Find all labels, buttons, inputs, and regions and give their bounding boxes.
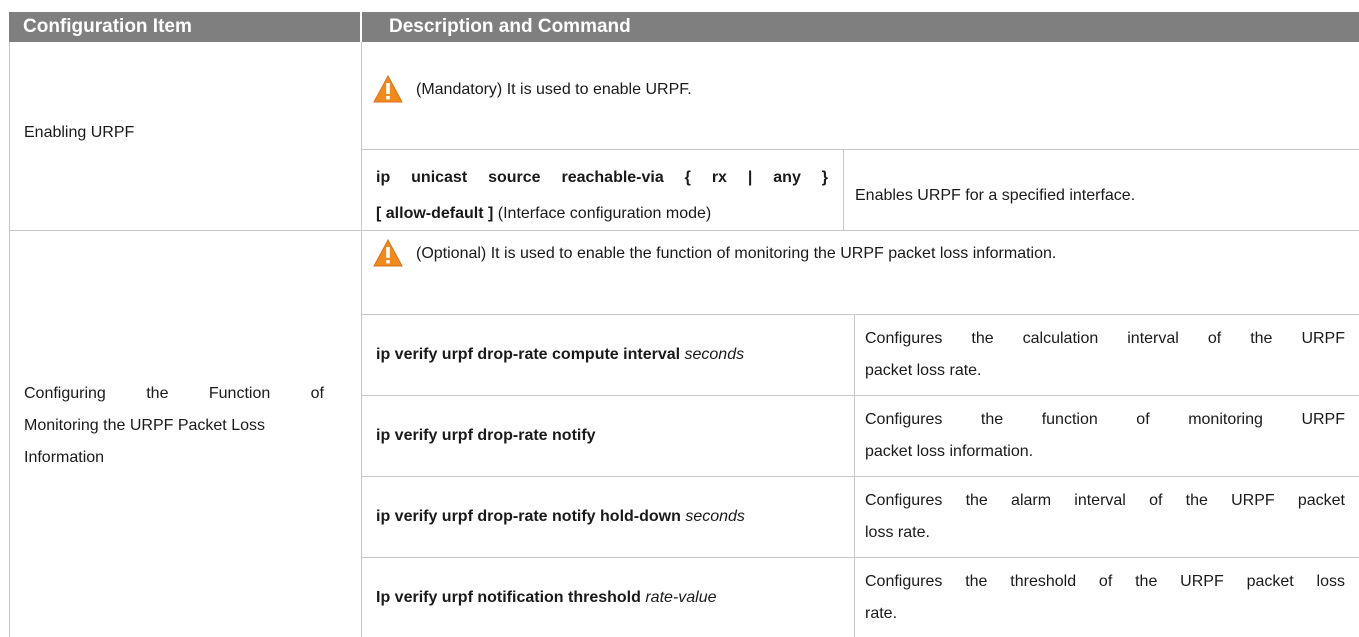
grid-line	[362, 149, 1359, 150]
grid-line	[362, 476, 1359, 477]
grid-line	[362, 557, 1359, 558]
warning-icon	[373, 238, 403, 267]
command-urpf-line2: [ allow-default ] (Interface configurati…	[376, 205, 712, 222]
header-configuration-item: Configuration Item	[23, 16, 192, 37]
config-item-enabling-urpf: Enabling URPF	[24, 124, 135, 141]
command-notification-threshold: Ip verify urpf notification threshold ra…	[376, 589, 717, 606]
description-notification-threshold: Configures the threshold of the URPF pac…	[865, 573, 1345, 622]
command-hold-down: ip verify urpf drop-rate notify hold-dow…	[376, 508, 745, 525]
description-enables-urpf: Enables URPF for a specified interface.	[855, 187, 1136, 204]
warning-icon	[373, 74, 403, 103]
command-compute-interval: ip verify urpf drop-rate compute interva…	[376, 346, 745, 363]
note-mandatory: (Mandatory) It is used to enable URPF.	[416, 81, 692, 98]
grid-line	[361, 42, 362, 637]
table-header: Configuration Item Description and Comma…	[9, 12, 1359, 42]
grid-line	[362, 395, 1359, 396]
description-notify: Configures the function of monitoring UR…	[865, 411, 1345, 460]
command-notify: ip verify urpf drop-rate notify	[376, 427, 596, 444]
note-optional: (Optional) It is used to enable the func…	[416, 245, 1057, 262]
grid-line	[9, 42, 10, 637]
description-hold-down: Configures the alarm interval of the URP…	[865, 492, 1345, 541]
config-item-monitoring: Configuring the Function of Monitoring t…	[24, 385, 324, 466]
grid-line	[9, 230, 1359, 231]
grid-line	[362, 314, 1359, 315]
grid-line	[843, 149, 844, 230]
header-description-and-command: Description and Command	[389, 16, 631, 37]
header-divider	[360, 12, 362, 42]
description-compute-interval: Configures the calculation interval of t…	[865, 330, 1345, 379]
command-urpf-line1: ip unicast source reachable-via { rx | a…	[376, 169, 828, 186]
configuration-table: Configuration Item Description and Comma…	[0, 0, 1359, 637]
